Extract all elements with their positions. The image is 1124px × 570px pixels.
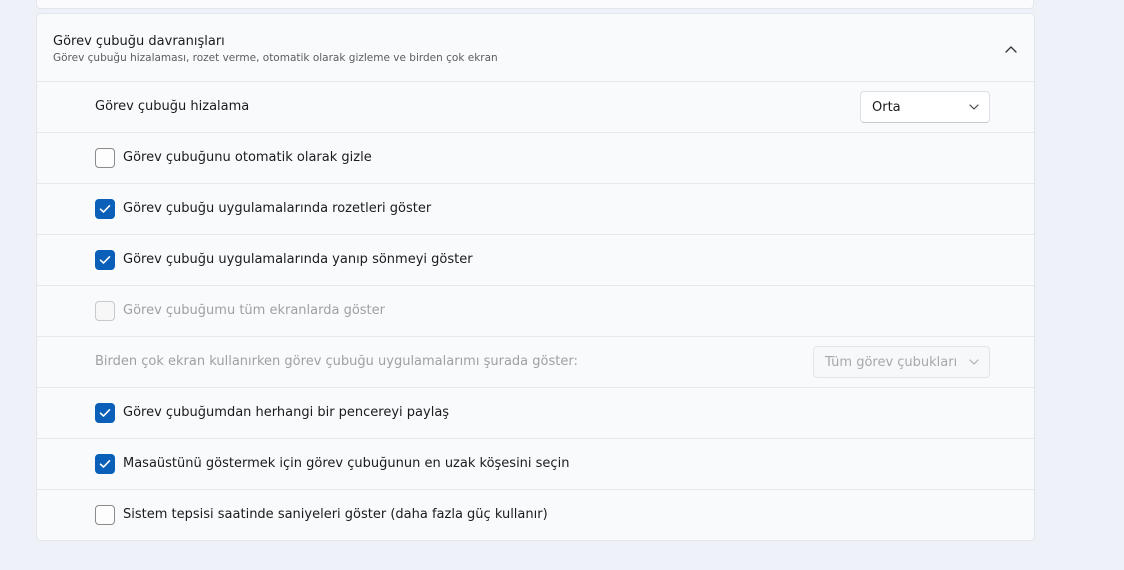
taskbar-behaviors-header[interactable]: Görev çubuğu davranışları Görev çubuğu h… [37,14,1034,82]
multi-display-label: Birden çok ekran kullanırken görev çubuğ… [95,354,578,369]
badges-label: Görev çubuğu uygulamalarında rozetleri g… [123,201,432,216]
taskbar-behaviors-card: Görev çubuğu davranışları Görev çubuğu h… [36,13,1035,541]
share-window-label: Görev çubuğumdan herhangi bir pencereyi … [123,405,450,420]
section-title: Görev çubuğu davranışları [53,34,225,49]
multi-display-value: Tüm görev çubukları [825,354,958,370]
far-corner-checkbox[interactable] [95,454,115,474]
alignment-value: Orta [872,99,901,115]
flashing-row: Görev çubuğu uygulamalarında yanıp sönme… [37,235,1034,286]
auto-hide-label: Görev çubuğunu otomatik olarak gizle [123,150,372,165]
far-corner-label: Masaüstünü göstermek için görev çubuğunu… [123,456,570,471]
seconds-checkbox[interactable] [95,505,115,525]
auto-hide-row: Görev çubuğunu otomatik olarak gizle [37,133,1034,184]
all-displays-label: Görev çubuğumu tüm ekranlarda göster [123,303,385,318]
alignment-dropdown[interactable]: Orta [860,91,990,123]
flashing-label: Görev çubuğu uygulamalarında yanıp sönme… [123,252,473,267]
checkmark-icon [99,256,111,264]
checkmark-icon [99,460,111,468]
badges-checkbox[interactable] [95,199,115,219]
multi-display-dropdown[interactable]: Tüm görev çubukları [813,346,990,378]
all-displays-checkbox[interactable] [95,301,115,321]
alignment-row: Görev çubuğu hizalama Orta [37,82,1034,133]
section-subtitle: Görev çubuğu hizalaması, rozet verme, ot… [53,52,498,64]
alignment-label: Görev çubuğu hizalama [95,99,250,114]
share-window-row: Görev çubuğumdan herhangi bir pencereyi … [37,388,1034,439]
flashing-checkbox[interactable] [95,250,115,270]
multi-display-row: Birden çok ekran kullanırken görev çubuğ… [37,337,1034,388]
checkmark-icon [99,409,111,417]
chevron-down-icon [969,359,979,365]
share-window-checkbox[interactable] [95,403,115,423]
auto-hide-checkbox[interactable] [95,148,115,168]
checkmark-icon [99,205,111,213]
seconds-label: Sistem tepsisi saatinde saniyeleri göste… [123,507,548,522]
seconds-row: Sistem tepsisi saatinde saniyeleri göste… [37,490,1034,540]
previous-card [36,0,1034,9]
chevron-up-icon[interactable] [1000,38,1022,60]
chevron-down-icon [969,104,979,110]
all-displays-row: Görev çubuğumu tüm ekranlarda göster [37,286,1034,337]
badges-row: Görev çubuğu uygulamalarında rozetleri g… [37,184,1034,235]
far-corner-row: Masaüstünü göstermek için görev çubuğunu… [37,439,1034,490]
